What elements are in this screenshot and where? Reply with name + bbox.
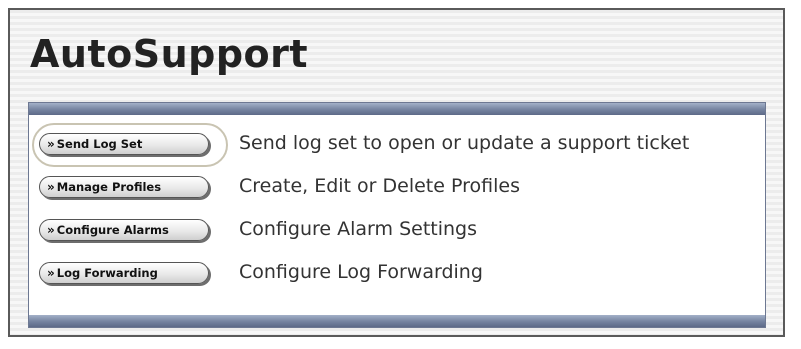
action-description: Configure Log Forwarding: [239, 261, 483, 283]
button-label: Log Forwarding: [56, 266, 158, 280]
log-forwarding-button[interactable]: » Log Forwarding: [39, 262, 209, 284]
button-label: Configure Alarms: [56, 223, 169, 237]
action-description: Create, Edit or Delete Profiles: [239, 175, 520, 197]
autosupport-window: AutoSupport » Send Log Set Send log set …: [8, 8, 785, 337]
action-row-send-log-set: » Send Log Set Send log set to open or u…: [29, 123, 765, 168]
button-label: Send Log Set: [56, 137, 143, 151]
configure-alarms-button[interactable]: » Configure Alarms: [39, 219, 209, 241]
panel-footer-bar: [29, 315, 765, 327]
action-description: Send log set to open or update a support…: [239, 132, 690, 154]
double-chevron-right-icon: »: [47, 223, 55, 237]
action-row-manage-profiles: » Manage Profiles Create, Edit or Delete…: [29, 168, 765, 211]
actions-list: » Send Log Set Send log set to open or u…: [29, 123, 765, 297]
double-chevron-right-icon: »: [47, 266, 55, 280]
actions-panel: » Send Log Set Send log set to open or u…: [28, 102, 766, 328]
action-row-log-forwarding: » Log Forwarding Configure Log Forwardin…: [29, 254, 765, 297]
panel-header-bar: [29, 103, 765, 115]
action-row-configure-alarms: » Configure Alarms Configure Alarm Setti…: [29, 211, 765, 254]
double-chevron-right-icon: »: [47, 180, 55, 194]
button-label: Manage Profiles: [56, 180, 162, 194]
double-chevron-right-icon: »: [47, 137, 55, 151]
send-log-set-button[interactable]: » Send Log Set: [39, 133, 209, 155]
action-description: Configure Alarm Settings: [239, 218, 478, 240]
page-title: AutoSupport: [30, 32, 309, 76]
manage-profiles-button[interactable]: » Manage Profiles: [39, 176, 209, 198]
